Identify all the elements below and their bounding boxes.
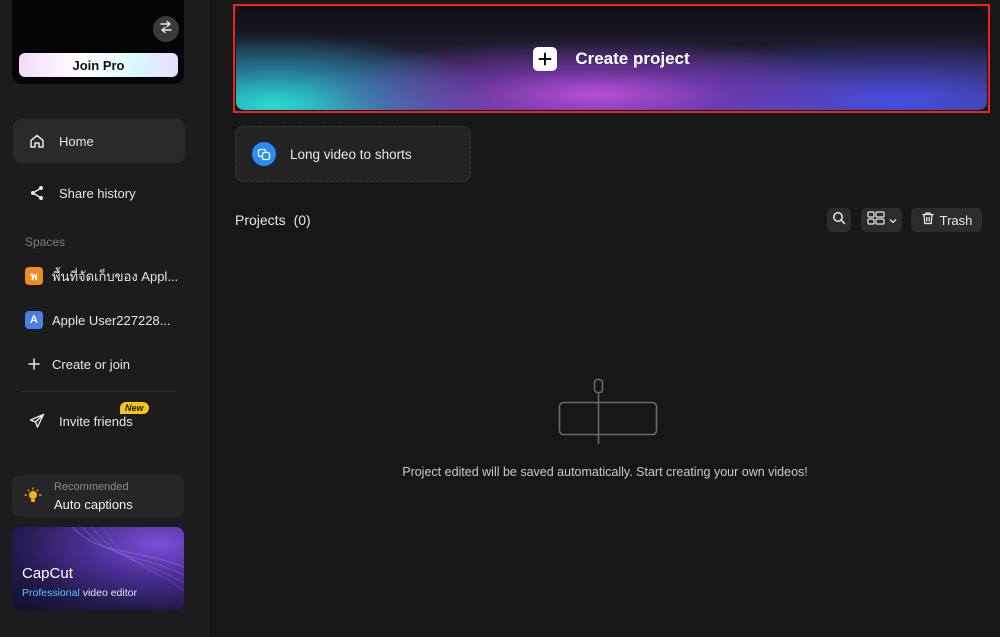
create-or-join-label: Create or join	[52, 356, 131, 372]
recommended-title: Auto captions	[54, 497, 133, 512]
share-icon	[27, 183, 47, 203]
space-label: พื้นที่จัดเก็บของ Appl...	[52, 268, 179, 284]
main-content: Create project Long video to shorts Proj…	[210, 0, 1000, 637]
view-toggle-button[interactable]	[861, 208, 902, 232]
send-icon	[27, 411, 47, 431]
capcut-promo-card[interactable]: CapCut Professional video editor	[12, 527, 184, 610]
sidebar-item-home[interactable]: Home	[13, 119, 185, 163]
lightbulb-icon	[24, 487, 42, 510]
invite-label: Invite friends	[59, 413, 133, 429]
highlight-frame	[233, 4, 990, 113]
space-avatar: A	[25, 311, 43, 329]
long-video-label: Long video to shorts	[290, 146, 412, 162]
recommended-label: Recommended	[54, 481, 129, 493]
plus-icon	[25, 358, 43, 370]
search-icon	[832, 211, 846, 230]
long-video-to-shorts-button[interactable]: Long video to shorts	[235, 126, 471, 182]
create-or-join-button[interactable]: Create or join	[25, 354, 190, 374]
space-label: Apple User227228...	[52, 312, 171, 328]
space-avatar: พ	[25, 267, 43, 285]
join-pro-button[interactable]: Join Pro	[19, 53, 178, 77]
sidebar-item-label: Home	[59, 133, 94, 149]
promo-title: CapCut	[22, 565, 73, 582]
invite-friends-button[interactable]: Invite friends	[13, 399, 185, 443]
space-item-thai[interactable]: พ พื้นที่จัดเก็บของ Appl...	[25, 266, 190, 286]
switch-account-button[interactable]	[153, 16, 179, 42]
recommended-card[interactable]: Recommended Auto captions	[12, 475, 184, 517]
shorts-icon	[252, 142, 276, 166]
space-item-apple-user[interactable]: A Apple User227228...	[25, 310, 190, 330]
grid-view-icon	[866, 210, 885, 230]
empty-projects-illustration	[558, 378, 662, 455]
empty-state-message: Project edited will be saved automatical…	[402, 465, 808, 479]
home-icon	[27, 131, 47, 151]
trash-icon	[921, 211, 935, 230]
spaces-heading: Spaces	[25, 235, 66, 249]
chevron-down-icon	[889, 211, 897, 229]
sidebar-item-share-history[interactable]: Share history	[13, 171, 185, 215]
sidebar-divider	[21, 391, 176, 392]
sidebar: Join Pro Home Share history Spaces พ พื้…	[0, 0, 210, 637]
promo-subtitle: Professional video editor	[22, 587, 137, 599]
trash-label: Trash	[939, 212, 973, 228]
projects-count: (0)	[293, 212, 311, 228]
new-badge: New	[120, 402, 149, 414]
sidebar-item-label: Share history	[59, 185, 136, 201]
swap-icon	[159, 20, 173, 39]
projects-heading: Projects (0)	[235, 212, 311, 228]
search-button[interactable]	[827, 208, 851, 232]
trash-button[interactable]: Trash	[911, 208, 982, 232]
